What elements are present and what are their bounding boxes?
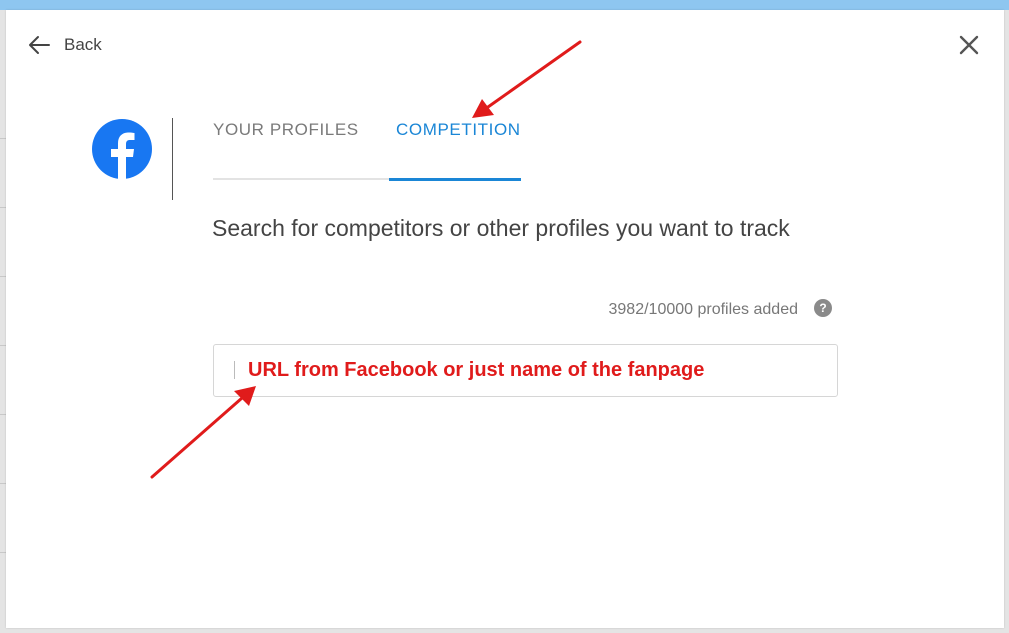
arrow-left-icon — [29, 36, 50, 54]
question-circle-icon[interactable]: ? — [814, 299, 832, 317]
search-field[interactable] — [213, 344, 838, 397]
tab-label: YOUR PROFILES — [213, 120, 359, 139]
close-icon — [959, 35, 979, 55]
tab-your-profiles[interactable]: YOUR PROFILES — [213, 108, 389, 180]
profile-tabs: YOUR PROFILES COMPETITION — [213, 108, 533, 181]
top-accent-bar — [0, 0, 1009, 10]
back-label: Back — [64, 35, 102, 54]
profile-count: 3982/10000 profiles added — [608, 301, 799, 318]
add-profile-modal: Back YOUR PROFILES COMPETITION Search fo… — [6, 10, 1004, 628]
tab-label: COMPETITION — [396, 120, 521, 139]
tab-competition[interactable]: COMPETITION — [389, 108, 521, 181]
close-button[interactable] — [958, 34, 980, 56]
search-input[interactable] — [242, 345, 832, 396]
back-button[interactable]: Back — [28, 32, 102, 58]
page-headline: Search for competitors or other profiles… — [212, 215, 790, 241]
logo-divider — [172, 118, 173, 200]
text-caret — [234, 361, 235, 379]
facebook-logo-icon — [91, 118, 153, 180]
